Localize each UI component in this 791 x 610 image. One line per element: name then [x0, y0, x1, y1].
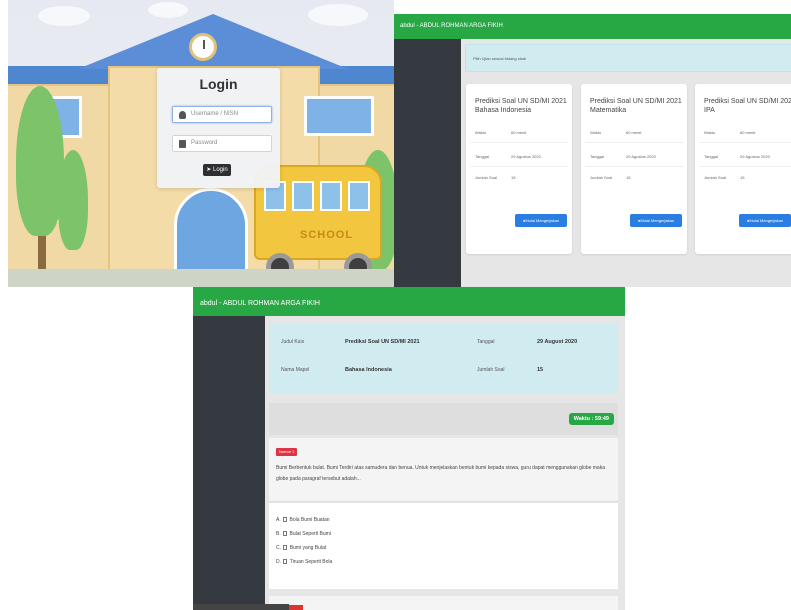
sign-in-icon: ➤ [206, 167, 212, 173]
start-exam-button[interactable]: Mulai Mengerjakan [630, 214, 682, 227]
taskbar-strip [193, 604, 289, 610]
row-value: 60 menit [511, 130, 527, 135]
row-value: 60 menit [626, 130, 642, 135]
exam-info-panel: Judul Kuis Prediksi Soal UN SD/MI 2021 T… [269, 323, 618, 394]
row-key: Jumlah Soal [590, 175, 613, 180]
exam-card: Prediksi Soal UN SD/MI 2021 Bahasa Indon… [466, 84, 572, 254]
answer-letter: D. [276, 559, 281, 565]
divider [470, 142, 568, 143]
bus-window [320, 181, 342, 211]
next-question-card [269, 596, 618, 610]
login-form: Login Username / NISN Password ➤ Login [157, 68, 280, 188]
exam-card: Prediksi Soal UN SD/MI 2021 Matematika W… [581, 84, 687, 254]
answer-text: Bola Bumi Buatan [289, 517, 330, 523]
row-value: 29 Agustus 2020 [626, 154, 656, 159]
top-navbar: abdul - ABDUL ROHMAN ARGA FIKIH [193, 287, 625, 316]
user-header: abdul - ABDUL ROHMAN ARGA FIKIH [400, 23, 503, 29]
password-placeholder: Password [191, 140, 218, 146]
user-icon [179, 111, 186, 119]
row-key: Jumlah Soal [704, 175, 727, 180]
row-value: 29 Agustus 2020 [511, 154, 541, 159]
username-placeholder: Username / NISN [191, 111, 239, 117]
exam-card: Prediksi Soal UN SD/MI 2021 IPA Waktu 60 … [695, 84, 791, 254]
row-key: Tanggal [704, 154, 719, 159]
user-header: abdul - ABDUL ROHMAN ARGA FIKIH [200, 300, 320, 307]
row-key: Tanggal [590, 154, 605, 159]
divider [585, 142, 683, 143]
login-title: Login [199, 76, 238, 92]
clock-icon [189, 33, 217, 61]
school-window [304, 96, 374, 136]
timer-bar: Waktu : 59:49 [269, 403, 618, 435]
exam-question-screen: abdul - ABDUL ROHMAN ARGA FIKIH Judul Ku… [193, 287, 625, 610]
password-input[interactable]: Password [172, 135, 272, 152]
row-key: Waktu [475, 130, 487, 135]
login-screen: SCHOOL Login Username / NISN Password ➤ … [8, 0, 394, 287]
lock-icon [179, 140, 186, 148]
start-exam-button[interactable]: Mulai Mengerjakan [515, 214, 567, 227]
question-text: Bumi Berbentuk bulat. Bumi Terdiri atas … [276, 465, 605, 482]
row-key: Waktu [704, 130, 716, 135]
bus-text: SCHOOL [300, 229, 354, 241]
answer-option-d[interactable]: D. Tiruan Seperti Bola [276, 559, 332, 565]
answer-text: Bulat Seperti Bumi [289, 531, 331, 537]
answer-letter: A. [276, 517, 281, 523]
question-number-badge: Nomor 1 [276, 448, 298, 456]
start-exam-button[interactable]: Mulai Mengerjakan [739, 214, 791, 227]
answer-options: A. Bola Bumi Buatan B. Bulat Seperti Bum… [269, 503, 618, 589]
login-button[interactable]: ➤ Login [203, 164, 231, 176]
tree-illustration [16, 86, 64, 236]
divider [699, 166, 791, 167]
row-key: Waktu [590, 130, 602, 135]
answer-text: Bumi yang Bulat [289, 545, 327, 551]
answer-text: Tiruan Seperti Bola [289, 559, 333, 565]
tanggal-label: Tanggal [477, 339, 495, 345]
row-value: 15 [740, 175, 745, 180]
divider [585, 166, 683, 167]
checkbox-icon[interactable] [283, 559, 288, 565]
jumlah-label: Jumlah Soal [477, 367, 505, 373]
bus-window [348, 181, 370, 211]
checkbox-icon[interactable] [283, 517, 288, 523]
answer-option-a[interactable]: A. Bola Bumi Buatan [276, 517, 330, 523]
answer-option-c[interactable]: C. Bumi yang Bulat [276, 545, 326, 551]
exam-list-screen: abdul - ABDUL ROHMAN ARGA FIKIH Pilih Uj… [394, 14, 791, 287]
row-value: 60 menit [740, 130, 756, 135]
jumlah-value: 15 [537, 367, 544, 373]
mapel-value: Bahasa Indonesia [345, 367, 392, 373]
exam-card-title: Prediksi Soal UN SD/MI 2021 Bahasa Indon… [475, 98, 567, 114]
row-value: 29 Agustus 2020 [740, 154, 770, 159]
answer-option-b[interactable]: B. Bulat Seperti Bumi [276, 531, 331, 537]
judul-value: Prediksi Soal UN SD/MI 2021 [345, 339, 420, 345]
ground [8, 269, 394, 287]
divider [699, 142, 791, 143]
row-value: 15 [626, 175, 631, 180]
exam-card-title: Prediksi Soal UN SD/MI 2021 IPA [704, 98, 791, 114]
question-card: Nomor 1 Bumi Berbentuk bulat. Bumi Terdi… [269, 438, 618, 502]
username-input[interactable]: Username / NISN [172, 106, 272, 123]
tree-illustration [58, 150, 88, 250]
answer-letter: B. [276, 531, 281, 537]
top-navbar: abdul - ABDUL ROHMAN ARGA FIKIH [394, 14, 791, 39]
mapel-label: Nama Mapel [281, 367, 310, 373]
sidebar [193, 316, 265, 610]
school-door [174, 188, 248, 272]
exam-card-title: Prediksi Soal UN SD/MI 2021 Matematika [590, 98, 682, 114]
taskbar-indicator [289, 605, 303, 610]
answer-letter: C. [276, 545, 281, 551]
checkbox-icon[interactable] [283, 531, 288, 537]
row-key: Tanggal [475, 154, 490, 159]
row-key: Jumlah Soal [475, 175, 498, 180]
judul-label: Judul Kuis [281, 339, 305, 345]
tanggal-value: 29 August 2020 [537, 339, 578, 345]
sidebar [394, 39, 461, 287]
bus-window [292, 181, 314, 211]
row-value: 15 [511, 175, 516, 180]
login-button-label: Login [213, 167, 228, 173]
checkbox-icon[interactable] [283, 545, 288, 551]
timer-badge: Waktu : 59:49 [568, 413, 614, 425]
info-alert: Pilih Ujian sesuai bidang studi [465, 44, 791, 72]
divider [470, 166, 568, 167]
info-text: Pilih Ujian sesuai bidang studi [473, 56, 527, 61]
